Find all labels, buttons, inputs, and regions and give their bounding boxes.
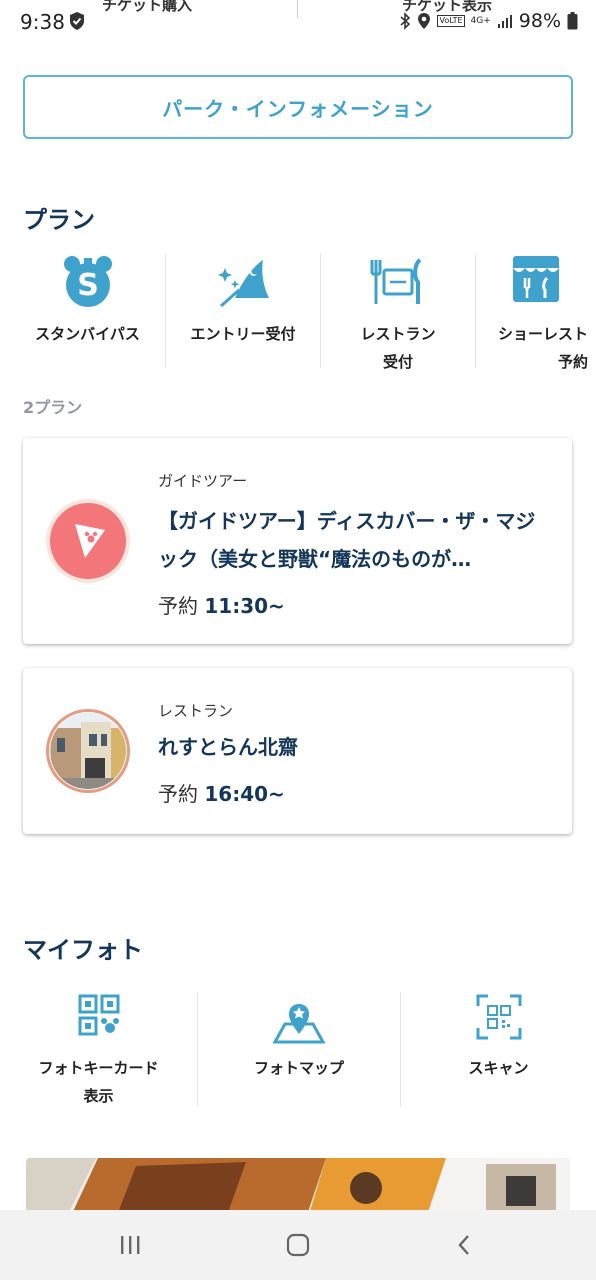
plan-item-entry[interactable]: エントリー受付	[166, 252, 320, 370]
back-icon	[458, 1235, 469, 1255]
photo-item-photomap[interactable]: フォトマップ	[198, 990, 400, 1108]
card-title: れすとらん北齋	[158, 735, 298, 759]
reserve-label: 予約	[158, 594, 198, 618]
restaurant-icon	[370, 258, 422, 304]
plan-section-title: プラン	[23, 206, 95, 234]
photo-item-photokey[interactable]: フォトキーカード 表示	[0, 990, 197, 1108]
back-button[interactable]	[444, 1230, 484, 1260]
card-reservation-time: 予約 11:30~	[158, 590, 285, 619]
card-reservation-time: 予約 16:40~	[158, 778, 285, 807]
system-navigation-bar	[0, 1210, 596, 1280]
battery-percent: 98%	[518, 10, 561, 32]
battery-icon	[567, 12, 578, 30]
plan-item-standby-pass[interactable]: S スタンバイパス	[10, 252, 165, 370]
myphoto-menu: フォトキーカード 表示 フォトマップ スキャン	[0, 990, 596, 1108]
location-icon	[418, 13, 431, 29]
home-button[interactable]	[278, 1230, 318, 1260]
standby-pass-icon: S	[63, 256, 112, 307]
status-icons: VoLTE 4G+ 98%	[399, 10, 578, 32]
plan-item-label: レストラン 受付	[360, 325, 436, 371]
wizard-hat-icon	[218, 260, 269, 308]
plan-item-label: ショーレスト 予約	[497, 325, 588, 371]
show-restaurant-icon	[513, 256, 559, 302]
tab-divider	[297, 0, 298, 18]
photo-item-label: スキャン	[468, 1059, 529, 1077]
plan-item-label: スタンバイパス	[35, 325, 140, 343]
reserve-time: 16:40~	[204, 782, 285, 806]
photo-item-label: フォトマップ	[253, 1059, 344, 1077]
scan-icon	[476, 994, 521, 1040]
plan-menu: S スタンバイパス エントリー受付 レストラン 受付 ショーレスト 予約	[10, 252, 596, 371]
signal-icon	[497, 15, 512, 28]
plan-card-tour[interactable]: ガイドツアー 【ガイドツアー】ディスカバー・ザ・マジック（美女と野獣“魔法のもの…	[23, 438, 572, 644]
card-category: レストラン	[158, 702, 234, 720]
card-category: ガイドツアー	[158, 472, 248, 490]
shield-icon	[70, 12, 84, 30]
recent-apps-icon	[121, 1236, 140, 1254]
status-bar: 9:38 チケット購入 チケット表示 VoLTE 4G+ 98%	[0, 0, 596, 44]
photo-item-scan[interactable]: スキャン	[401, 990, 596, 1108]
plan-item-restaurant[interactable]: レストラン 受付	[321, 252, 475, 371]
park-information-button[interactable]: パーク・インフォメーション	[23, 75, 573, 139]
photo-map-icon	[272, 1004, 326, 1044]
tab-ticket-purchase[interactable]: チケット購入	[102, 0, 192, 15]
reserve-time: 11:30~	[204, 594, 285, 618]
volte-icon: VoLTE	[437, 15, 465, 27]
plan-item-show-restaurant[interactable]: ショーレスト 予約	[476, 252, 596, 371]
recent-apps-button[interactable]	[110, 1230, 150, 1260]
svg-text:S: S	[77, 268, 99, 303]
plan-count: 2プラン	[23, 398, 83, 417]
photo-banner[interactable]	[26, 1158, 570, 1218]
status-time: 9:38	[20, 10, 65, 34]
reserve-label: 予約	[158, 782, 198, 806]
guided-tour-icon	[46, 499, 130, 583]
myphoto-section-title: マイフォト	[23, 936, 143, 964]
plan-item-label: エントリー受付	[190, 325, 296, 343]
plan-card-restaurant[interactable]: レストラン れすとらん北齋 予約 16:40~	[23, 668, 572, 834]
restaurant-photo	[46, 709, 130, 793]
bluetooth-icon	[400, 12, 411, 30]
photo-item-label: フォトキーカード 表示	[38, 1059, 159, 1105]
card-title: 【ガイドツアー】ディスカバー・ザ・マジック（美女と野獣“魔法のものが…	[158, 509, 536, 571]
network-type: 4G+	[470, 15, 491, 26]
qr-code-icon	[78, 994, 119, 1036]
home-icon	[286, 1233, 310, 1257]
